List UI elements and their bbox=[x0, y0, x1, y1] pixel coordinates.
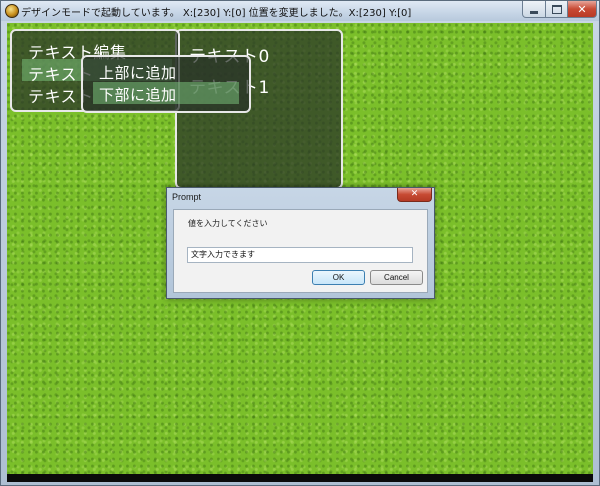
maximize-icon bbox=[551, 4, 562, 14]
insert-below-item[interactable]: 下部に追加 bbox=[99, 84, 177, 105]
minimize-button[interactable] bbox=[522, 1, 546, 18]
title-bar[interactable]: デザインモードで起動しています。 X:[230] Y:[0] 位置を変更しました… bbox=[1, 1, 599, 21]
prompt-dialog: Prompt ✕ 値を入力してください 文字入力できます OK Cancel bbox=[166, 187, 435, 299]
game-bottom-border bbox=[7, 474, 593, 482]
close-button[interactable]: ✕ bbox=[567, 1, 597, 18]
window-title: デザインモードで起動しています。 X:[230] Y:[0] 位置を変更しました… bbox=[21, 8, 412, 19]
insert-submenu-window[interactable]: 上部に追加 下部に追加 bbox=[81, 55, 251, 113]
maximize-button[interactable] bbox=[545, 1, 568, 18]
app-window: デザインモードで起動しています。 X:[230] Y:[0] 位置を変更しました… bbox=[0, 0, 600, 486]
dialog-title: Prompt bbox=[172, 192, 202, 202]
app-icon[interactable] bbox=[5, 4, 19, 18]
minimize-icon bbox=[530, 10, 538, 14]
dialog-body: 値を入力してください 文字入力できます OK Cancel bbox=[173, 209, 428, 293]
close-icon: ✕ bbox=[410, 189, 419, 199]
dialog-prompt-label: 値を入力してください bbox=[188, 219, 268, 228]
dialog-close-button[interactable]: ✕ bbox=[397, 188, 432, 202]
close-icon: ✕ bbox=[577, 2, 587, 16]
cancel-button[interactable]: Cancel bbox=[370, 270, 423, 285]
insert-above-item[interactable]: 上部に追加 bbox=[99, 62, 177, 83]
ok-button[interactable]: OK bbox=[312, 270, 365, 285]
dialog-text-input[interactable]: 文字入力できます bbox=[187, 247, 413, 263]
